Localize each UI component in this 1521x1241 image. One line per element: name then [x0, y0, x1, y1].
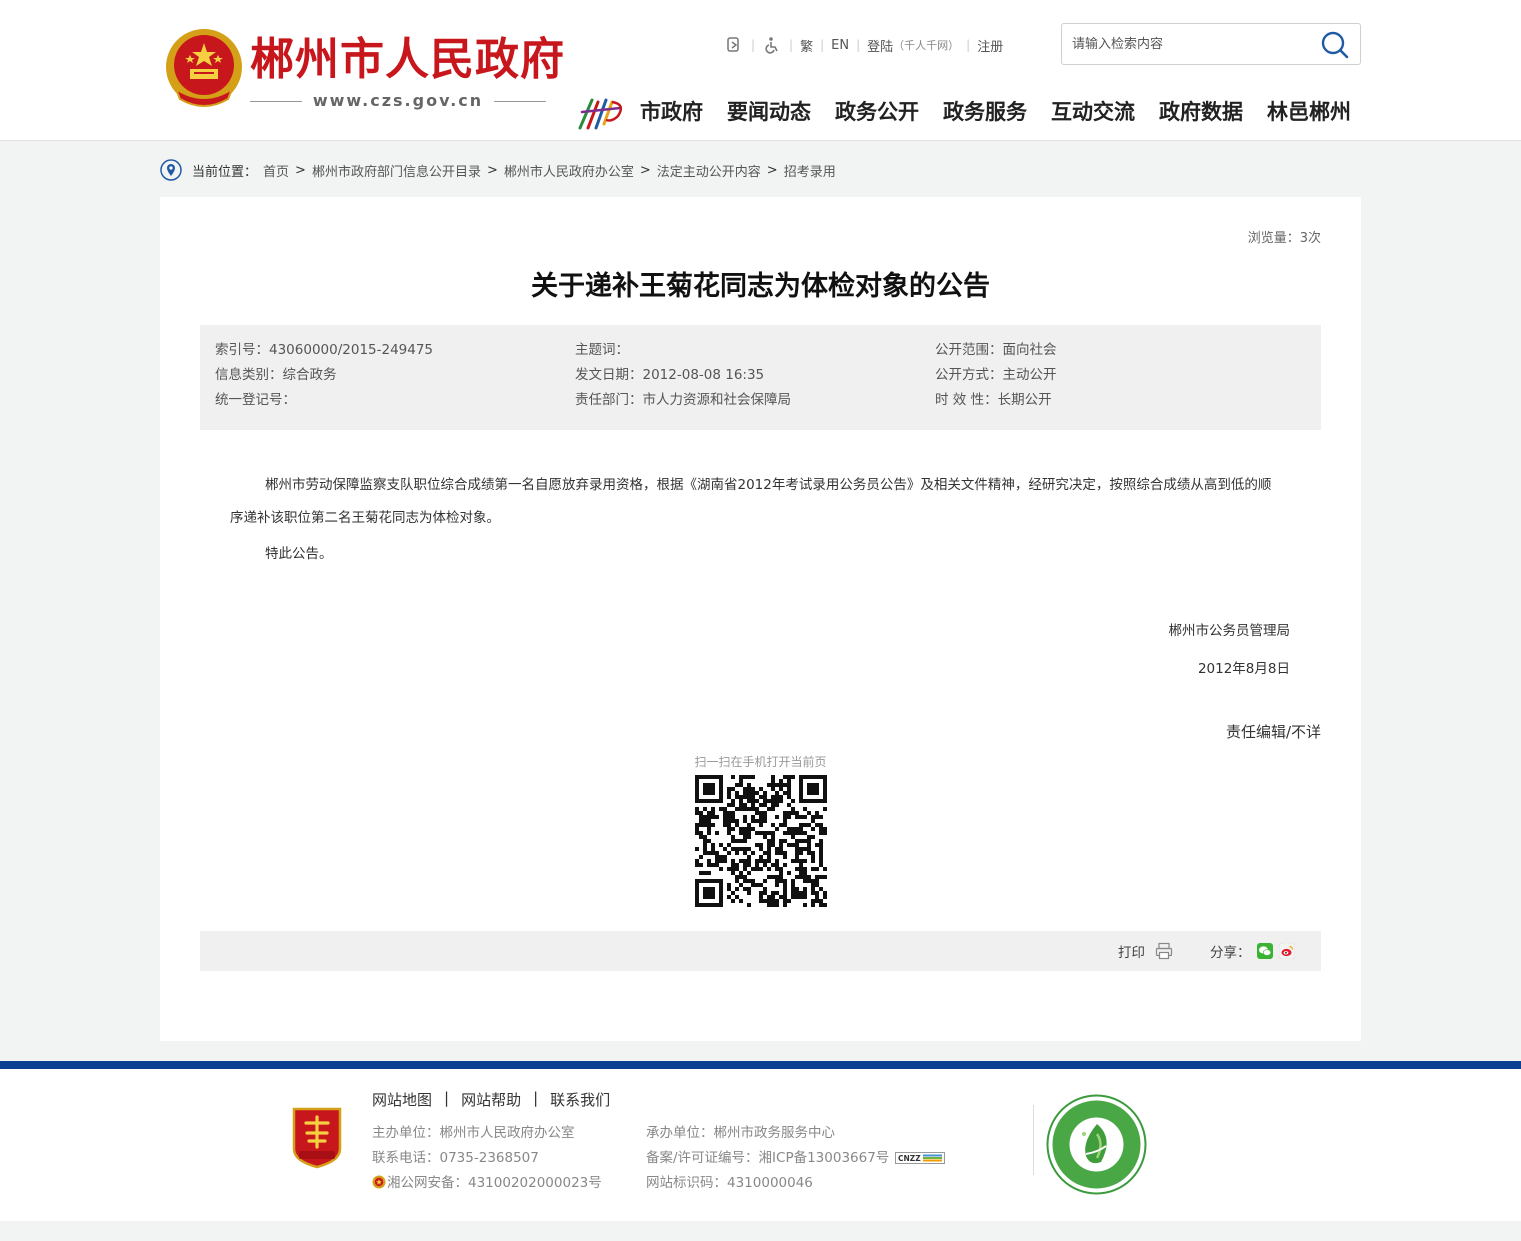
footer-police-text: 湘公网安备：43100202000023号	[387, 1175, 602, 1191]
meta-index-number: 索引号：43060000/2015-249475	[215, 342, 434, 358]
nav-item-data[interactable]: 政府数据	[1159, 96, 1243, 128]
traditional-chinese-link[interactable]: 繁	[800, 36, 813, 55]
search-icon[interactable]	[1320, 30, 1350, 60]
footer-vertical-divider	[1033, 1105, 1034, 1175]
police-badge-icon	[372, 1175, 386, 1189]
url-divider-left	[250, 101, 302, 102]
top-link-separator: |	[856, 38, 861, 52]
print-button[interactable]: 打印	[1118, 941, 1173, 961]
breadcrumb-home[interactable]: 首页	[263, 161, 289, 180]
breadcrumb-label: 当前位置：	[192, 164, 258, 180]
top-link-separator: |	[789, 38, 794, 52]
footer-link-help[interactable]: 网站帮助	[461, 1089, 521, 1110]
footer-divider	[0, 1061, 1521, 1069]
meta-validity: 时 效 性：长期公开	[935, 392, 1052, 408]
footer-bottom-strip	[0, 1221, 1521, 1241]
svg-text:CNZZ: CNZZ	[898, 1154, 921, 1163]
responsible-editor: 责任编辑/不详	[1225, 723, 1321, 741]
nav-item-linyi-chenzhou[interactable]: 林邑郴州	[1267, 96, 1351, 128]
article-paragraph: 郴州市劳动保障监察支队职位综合成绩第一名自愿放弃录用资格，根据《湖南省2012年…	[230, 477, 1272, 526]
footer-phone: 联系电话：0735-2368507	[372, 1150, 539, 1166]
footer-police-record[interactable]: 湘公网安备：43100202000023号	[372, 1174, 602, 1192]
meta-registration-number: 统一登记号：	[215, 392, 296, 408]
article-metadata: 索引号：43060000/2015-249475 主题词： 公开范围：面向社会 …	[200, 325, 1321, 430]
breadcrumb-separator: >	[639, 162, 651, 178]
site-url: www.czs.gov.cn	[312, 91, 484, 110]
signature-date: 2012年8月8日	[1197, 661, 1290, 677]
qr-code	[695, 775, 827, 907]
site-footer: 网站地图 | 网站帮助 | 联系我们 主办单位：郴州市人民政府办公室 联系电话：…	[0, 1069, 1521, 1221]
cnzz-stats-icon[interactable]: CNZZ	[895, 1152, 946, 1164]
search-input[interactable]	[1072, 32, 1312, 56]
article-body: 郴州市劳动保障监察支队职位综合成绩第一名自愿放弃录用资格，根据《湖南省2012年…	[230, 469, 1280, 574]
nav-item-services[interactable]: 政务服务	[943, 96, 1027, 128]
url-divider-right	[494, 101, 546, 102]
national-emblem-icon	[166, 29, 242, 107]
footer-icp-record[interactable]: 备案/许可证编号：湘ICP备13003667号 CNZZ	[646, 1149, 946, 1167]
meta-method: 公开方式：主动公开	[935, 367, 1057, 383]
site-title[interactable]: 郴州市人民政府	[250, 32, 565, 88]
top-link-separator: |	[751, 38, 756, 52]
meta-date: 发文日期：2012-08-08 16:35	[575, 367, 765, 383]
register-link[interactable]: 注册	[977, 36, 1003, 55]
english-link[interactable]: EN	[831, 38, 849, 53]
footer-host: 主办单位：郴州市人民政府办公室	[372, 1125, 575, 1141]
site-url-row: www.czs.gov.cn	[250, 90, 546, 112]
breadcrumb-separator: >	[486, 162, 498, 178]
footer-link-separator: |	[444, 1089, 450, 1107]
weibo-icon[interactable]	[1278, 943, 1295, 959]
top-link-separator: |	[966, 38, 971, 52]
meta-subject: 主题词：	[575, 342, 629, 358]
breadcrumb-statutory-content[interactable]: 法定主动公开内容	[657, 161, 761, 180]
main-nav: 市政府 要闻动态 政务公开 政务服务 互动交流 政府数据 林邑郴州	[640, 96, 1351, 128]
article-title: 关于递补王菊花同志为体检对象的公告	[531, 271, 990, 302]
mobile-icon[interactable]	[724, 35, 744, 55]
footer-link-contact[interactable]: 联系我们	[550, 1089, 610, 1110]
print-label: 打印	[1118, 945, 1145, 961]
article-card: 浏览量：3次 关于递补王菊花同志为体检对象的公告 索引号：43060000/20…	[160, 197, 1361, 1041]
footer-site-id: 网站标识码：4310000046	[646, 1175, 813, 1191]
nav-item-news[interactable]: 要闻动态	[727, 96, 811, 128]
footer-link-sitemap[interactable]: 网站地图	[372, 1089, 432, 1110]
top-links: | | 繁 | EN | 登陆 （千人千网） | 注册	[724, 34, 1003, 56]
meta-category: 信息类别：综合政务	[215, 367, 337, 383]
city-logo-icon	[578, 98, 623, 130]
breadcrumb-dept-directory[interactable]: 郴州市政府部门信息公开目录	[312, 161, 481, 180]
footer-icp-text: 备案/许可证编号：湘ICP备13003667号	[646, 1150, 890, 1166]
share-group: 分享：	[1210, 941, 1295, 961]
wechat-icon[interactable]	[1256, 943, 1273, 959]
nav-item-city-government[interactable]: 市政府	[640, 96, 703, 128]
view-count: 浏览量：3次	[1247, 231, 1321, 246]
search-box	[1061, 23, 1361, 65]
printer-icon	[1155, 942, 1173, 960]
article-paragraph: 特此公告。	[265, 546, 333, 562]
nav-item-interaction[interactable]: 互动交流	[1051, 96, 1135, 128]
civilization-website-badge-icon[interactable]	[1046, 1094, 1147, 1195]
login-link[interactable]: 登陆	[867, 36, 893, 55]
footer-link-separator: |	[533, 1089, 539, 1107]
share-label: 分享：	[1210, 945, 1251, 961]
footer-links: 网站地图 | 网站帮助 | 联系我们	[372, 1089, 610, 1110]
meta-department: 责任部门：市人力资源和社会保障局	[575, 392, 791, 408]
qr-caption: 扫一扫在手机打开当前页	[694, 755, 827, 769]
top-link-separator: |	[820, 38, 825, 52]
signature-organization: 郴州市公务员管理局	[1168, 623, 1291, 639]
meta-scope: 公开范围：面向社会	[935, 342, 1057, 358]
site-header: 郴州市人民政府 www.czs.gov.cn | | 繁 | EN | 登陆 （…	[0, 0, 1521, 141]
party-government-badge-icon[interactable]	[290, 1105, 344, 1169]
location-pin-icon	[160, 159, 182, 181]
accessibility-icon[interactable]	[762, 35, 782, 55]
breadcrumb: 当前位置： 首页 > 郴州市政府部门信息公开目录 > 郴州市人民政府办公室 > …	[160, 158, 836, 182]
share-bar: 打印 分享：	[200, 931, 1321, 971]
footer-operator: 承办单位：郴州市政务服务中心	[646, 1125, 835, 1141]
breadcrumb-recruitment[interactable]: 招考录用	[784, 161, 836, 180]
breadcrumb-gov-office[interactable]: 郴州市人民政府办公室	[504, 161, 634, 180]
breadcrumb-separator: >	[766, 162, 778, 178]
breadcrumb-separator: >	[295, 162, 306, 178]
login-subtitle: （千人千网）	[893, 39, 960, 52]
nav-item-open-government[interactable]: 政务公开	[835, 96, 919, 128]
